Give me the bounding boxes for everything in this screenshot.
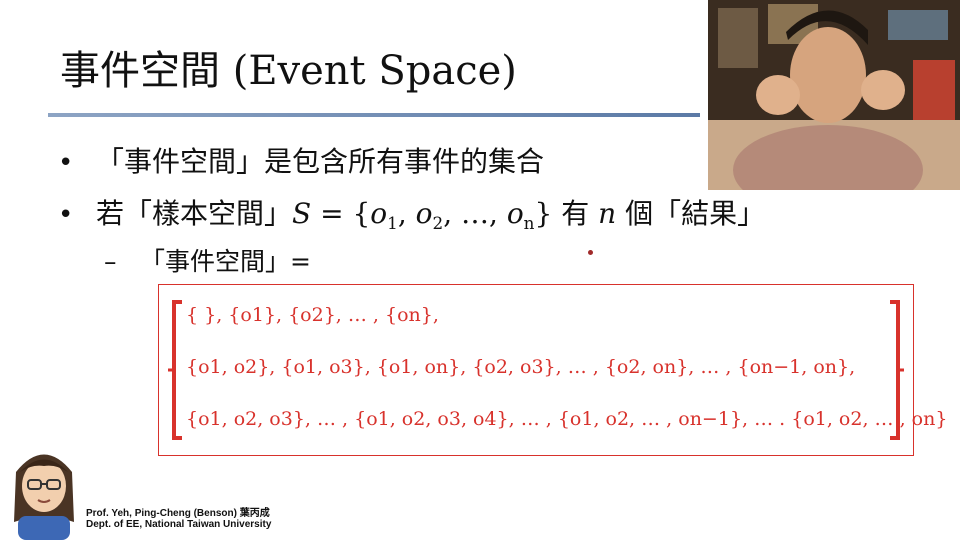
- slide-title: 事件空間 (Event Space): [60, 48, 517, 94]
- left-bracket-icon: [168, 300, 182, 440]
- bullet-marker: •: [58, 148, 74, 178]
- bullet-1-text: 「事件空間」是包含所有事件的集合: [96, 145, 545, 178]
- sample-space-formula: S = {o1, o2, …, on}: [292, 197, 553, 233]
- bullet-2-text-before: 若「樣本空間」: [96, 197, 293, 230]
- presenter-video-icon: [708, 0, 960, 190]
- credit-dept: Dept. of EE, National Taiwan University: [86, 519, 272, 530]
- bullet-1: • 「事件空間」是包含所有事件的集合: [58, 140, 544, 180]
- presenter-video-feed: [708, 0, 960, 190]
- pointer-dot: [588, 250, 593, 255]
- bullet-2: • 若「樣本空間」S = {o1, o2, …, on} 有 n 個「結果」: [58, 192, 765, 233]
- credit-name: Prof. Yeh, Ping-Cheng (Benson) 葉丙成: [86, 508, 270, 519]
- avatar-icon: [14, 454, 74, 540]
- sub-bullet-marker: –: [104, 247, 117, 276]
- bullet-marker: •: [58, 200, 74, 230]
- set-line-2: {o1, o2}, {o1, o3}, {o1, on}, {o2, o3}, …: [186, 356, 856, 378]
- n-variable: n: [598, 197, 617, 230]
- set-line-1: { }, {o1}, {o2}, … , {on},: [186, 304, 439, 326]
- professor-avatar: [6, 442, 82, 540]
- bullet-2-text-after: 個「結果」: [625, 197, 766, 230]
- sub-bullet-text: 「事件空間」=: [140, 247, 311, 276]
- title-rule: [48, 113, 700, 117]
- set-line-3: {o1, o2, o3}, … , {o1, o2, o3, o4}, … , …: [186, 408, 948, 430]
- sub-bullet: – 「事件空間」=: [104, 242, 311, 278]
- slide: 事件空間 (Event Space) • 「事件空間」是包含所有事件的集合 • 若「…: [0, 0, 960, 540]
- bullet-2-text-middle: 有: [561, 197, 590, 230]
